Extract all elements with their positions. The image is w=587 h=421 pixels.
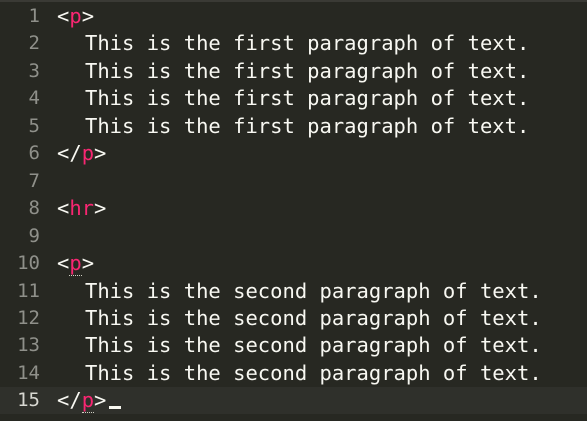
code-line[interactable]: 14 This is the second paragraph of text.	[0, 360, 587, 387]
html-tag: <p>	[57, 250, 94, 277]
line-number: 12	[17, 306, 40, 329]
paragraph-text: This is the first paragraph of text.	[85, 31, 530, 56]
code-line[interactable]: 3 This is the first paragraph of text.	[0, 58, 587, 85]
paragraph-text: This is the second paragraph of text.	[85, 278, 542, 303]
tag-open-bracket: </	[57, 141, 82, 166]
line-number: 4	[28, 87, 40, 110]
tag-close-bracket: >	[94, 141, 107, 166]
paragraph-text: This is the second paragraph of text.	[85, 360, 542, 385]
tag-name: p	[69, 4, 82, 28]
tag-name: p	[81, 141, 95, 166]
code-line[interactable]: 8 <hr>	[0, 195, 587, 222]
line-number: 7	[28, 169, 40, 192]
tag-name: p	[69, 251, 82, 277]
text-cursor	[109, 406, 122, 410]
code-line[interactable]: 1 <p>	[0, 3, 587, 30]
paragraph-text: This is the first paragraph of text.	[85, 113, 530, 138]
code-line[interactable]: 5 This is the first paragraph of text.	[0, 113, 587, 140]
tag-open-bracket: </	[57, 388, 82, 413]
tag-close-bracket: >	[94, 196, 107, 221]
tag-open-bracket: <	[57, 251, 70, 276]
line-number: 8	[28, 197, 40, 220]
line-number: 15	[17, 389, 40, 412]
editor-top-border	[0, 0, 587, 2]
code-line[interactable]: 11 This is the second paragraph of text.	[0, 278, 587, 305]
code-line[interactable]: 6 </p>	[0, 140, 587, 167]
tag-close-bracket: >	[94, 388, 107, 413]
code-line[interactable]: 13 This is the second paragraph of text.	[0, 332, 587, 359]
code-line[interactable]: 15 </p>	[0, 387, 587, 415]
code-line[interactable]: 12 This is the second paragraph of text.	[0, 305, 587, 332]
tag-close-bracket: >	[81, 251, 95, 276]
code-line[interactable]: 7	[0, 168, 587, 195]
tag-name: hr	[69, 196, 95, 221]
html-tag: </p>	[57, 140, 106, 167]
code-line[interactable]: 4 This is the first paragraph of text.	[0, 85, 587, 112]
code-line[interactable]: 2 This is the first paragraph of text.	[0, 30, 587, 57]
paragraph-text: This is the second paragraph of text.	[85, 305, 542, 330]
code-editor[interactable]: 1 <p> 2 This is the first paragraph of text…	[0, 0, 587, 421]
line-number: 13	[17, 334, 40, 357]
line-number: 5	[28, 114, 40, 137]
tag-name: p	[81, 388, 95, 414]
paragraph-text: This is the first paragraph of text.	[85, 86, 530, 111]
paragraph-text: This is the second paragraph of text.	[85, 333, 542, 358]
line-number: 6	[28, 142, 40, 165]
tag-open-bracket: <	[57, 4, 70, 28]
line-number: 9	[28, 224, 40, 247]
line-number: 2	[28, 32, 40, 55]
html-tag: </p>	[57, 387, 122, 414]
tag-close-bracket: >	[81, 4, 95, 28]
html-tag: <p>	[57, 3, 94, 30]
line-number: 10	[17, 252, 40, 275]
code-line[interactable]: 9	[0, 223, 587, 250]
line-number: 3	[28, 59, 40, 82]
tag-open-bracket: <	[57, 196, 70, 221]
line-number: 14	[17, 361, 40, 384]
line-number: 1	[28, 5, 40, 27]
code-line[interactable]: 10 <p>	[0, 250, 587, 277]
paragraph-text: This is the first paragraph of text.	[85, 58, 530, 83]
html-tag: <hr>	[57, 195, 106, 222]
line-number: 11	[17, 279, 40, 302]
